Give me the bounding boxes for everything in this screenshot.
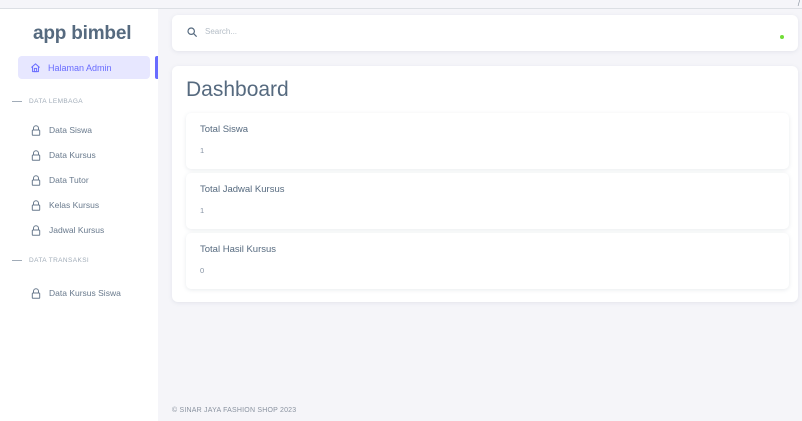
footer-copyright: © SINAR JAYA FASHION SHOP 2023 <box>172 407 297 414</box>
stat-card-total-jadwal-kursus: Total Jadwal Kursus 1 <box>186 173 789 229</box>
lock-icon <box>31 149 41 161</box>
online-status-dot <box>780 35 784 39</box>
sidebar-item-data-kursus[interactable]: Data Kursus <box>31 148 96 162</box>
sidebar-item-data-siswa[interactable]: Data Siswa <box>31 123 92 137</box>
sidebar-item-kelas-kursus[interactable]: Kelas Kursus <box>31 198 99 212</box>
dashboard-card: Dashboard Total Siswa 1 Total Jadwal Kur… <box>172 66 798 302</box>
stat-label: Total Jadwal Kursus <box>200 184 285 195</box>
sidebar-item-label: Kelas Kursus <box>49 200 100 210</box>
stat-value: 1 <box>200 146 205 155</box>
stat-value: 0 <box>200 266 205 275</box>
lock-icon <box>31 199 41 211</box>
sidebar-item-label: Data Kursus Siswa <box>49 288 121 298</box>
active-indicator <box>155 56 158 79</box>
sidebar-item-label: Data Tutor <box>49 175 89 185</box>
stat-card-total-siswa: Total Siswa 1 <box>186 113 789 169</box>
sidebar: app bimbel Halaman Admin DATA LEMBAGA Da… <box>0 9 158 421</box>
lock-icon <box>31 287 41 299</box>
sidebar-item-label: Halaman Admin <box>48 62 112 73</box>
sidebar-item-halaman-admin[interactable]: Halaman Admin <box>18 56 150 79</box>
lock-icon <box>31 124 41 136</box>
corner-mark-icon: / <box>797 0 800 8</box>
page-title: Dashboard <box>186 78 289 101</box>
sidebar-item-label: Jadwal Kursus <box>49 225 105 235</box>
stat-value: 1 <box>200 206 205 215</box>
search-bar[interactable]: Search... <box>172 15 798 51</box>
stat-label: Total Siswa <box>200 124 249 135</box>
sidebar-item-jadwal-kursus[interactable]: Jadwal Kursus <box>31 223 104 237</box>
home-icon <box>31 63 40 73</box>
lock-icon <box>31 174 41 186</box>
section-header-data-transaksi: DATA TRANSAKSI <box>12 257 89 264</box>
sidebar-item-label: Data Kursus <box>49 150 96 160</box>
section-header-data-lembaga: DATA LEMBAGA <box>12 98 83 105</box>
sidebar-item-data-kursus-siswa[interactable]: Data Kursus Siswa <box>31 286 121 300</box>
sidebar-item-data-tutor[interactable]: Data Tutor <box>31 173 89 187</box>
search-icon <box>187 27 197 37</box>
sidebar-item-label: Data Siswa <box>49 125 92 135</box>
app-brand[interactable]: app bimbel <box>33 23 131 45</box>
stat-card-total-hasil-kursus: Total Hasil Kursus 0 <box>186 233 789 289</box>
lock-icon <box>31 224 41 236</box>
stat-label: Total Hasil Kursus <box>200 244 277 255</box>
search-input[interactable]: Search... <box>205 27 237 36</box>
